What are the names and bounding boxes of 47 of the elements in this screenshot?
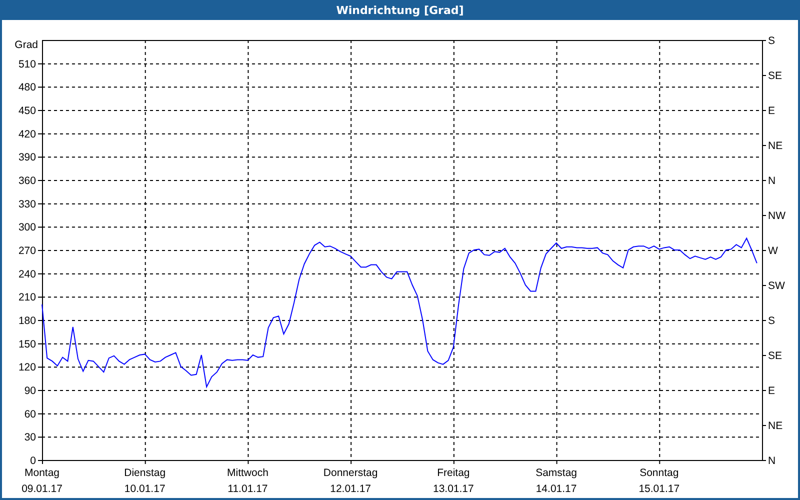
date-label: 11.01.17 [228,483,268,495]
tick-label: 480 [18,82,36,94]
tick-label: 240 [18,268,36,280]
date-label: 13.01.17 [433,483,474,495]
tick-label: 30 [24,432,36,444]
compass-label: S [768,315,776,327]
compass-label: SE [768,70,782,82]
compass-label: NE [768,140,783,152]
day-label: Donnerstag [323,467,378,479]
tick-label: 420 [18,128,36,140]
tick-label: 90 [24,385,36,397]
date-label: 15.01.17 [638,483,680,495]
window-title: Windrichtung [Grad] [0,0,800,20]
tick-label: 360 [18,175,36,187]
compass-label: SE [768,350,782,362]
tick-label: 0 [30,455,36,467]
compass-label: S [768,35,776,47]
date-label: 14.01.17 [536,483,577,495]
compass-label: NW [768,210,786,222]
tick-label: 270 [18,245,36,257]
day-label: Dienstag [124,467,166,479]
tick-label: 60 [24,408,36,420]
date-label: 09.01.17 [22,483,62,495]
date-label: 10.01.17 [124,483,166,495]
tick-label: 150 [18,338,36,350]
tick-label: 300 [18,222,36,234]
tick-label: 180 [18,315,36,327]
day-label: Samstag [536,467,577,479]
date-label: 12.01.17 [330,483,371,495]
compass-label: SW [768,280,785,292]
day-label: Montag [24,467,60,479]
tick-label: 330 [18,198,36,210]
compass-label: N [768,175,776,187]
tick-label: 450 [18,105,36,117]
day-label: Mittwoch [227,467,268,479]
compass-label: NE [768,420,783,432]
compass-label: E [768,105,776,117]
compass-label: W [768,245,778,257]
axis-label: Grad [14,39,38,51]
tick-label: 390 [18,152,36,164]
compass-label: E [768,385,776,397]
compass-label: N [768,455,776,467]
tick-label: 510 [18,58,36,70]
day-label: Sonntag [640,467,679,479]
tick-label: 120 [18,362,36,374]
tick-label: 210 [18,292,36,304]
day-label: Freitag [437,467,470,479]
